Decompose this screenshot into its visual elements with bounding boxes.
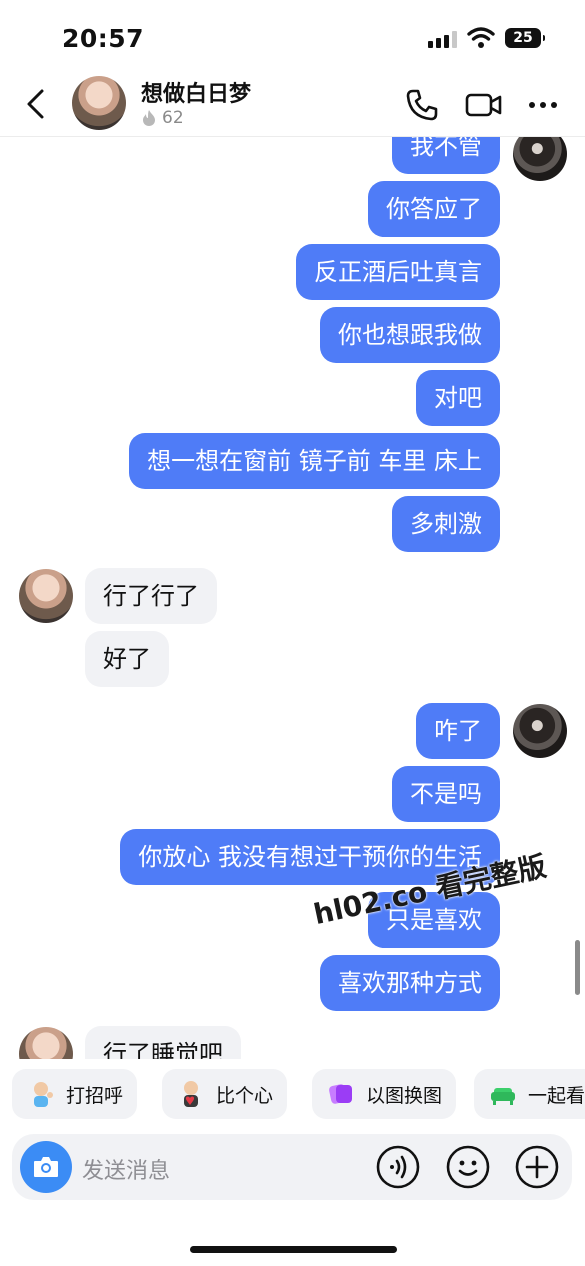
- message-input-bar: 发送消息: [12, 1134, 572, 1200]
- message-bubble-outgoing[interactable]: 你答应了: [368, 181, 500, 237]
- wave-sticker-icon: [34, 1082, 53, 1107]
- camera-icon: [34, 1157, 58, 1177]
- cellular-signal-icon: [428, 30, 458, 48]
- message-bubble-outgoing[interactable]: 我不管: [392, 137, 500, 174]
- message-bubble-incoming[interactable]: 行了睡觉吧: [85, 1026, 241, 1059]
- quick-reply-label: 以图换图: [366, 1084, 443, 1107]
- contact-message-avatar[interactable]: [19, 1027, 73, 1059]
- home-indicator[interactable]: [190, 1246, 397, 1253]
- message-bubble-outgoing[interactable]: 对吧: [416, 370, 500, 426]
- quick-reply-photo-swap[interactable]: 以图换图: [312, 1069, 457, 1119]
- chat-header: 想做白日梦 62: [0, 72, 585, 137]
- flame-icon: [143, 110, 155, 126]
- streak-count: 62: [162, 108, 184, 128]
- message-bubble-outgoing[interactable]: 反正酒后吐真言: [296, 244, 500, 300]
- message-bubble-outgoing[interactable]: 想一想在窗前 镜子前 车里 床上: [129, 433, 500, 489]
- scrollbar[interactable]: [575, 940, 580, 995]
- quick-reply-heart[interactable]: 比个心: [162, 1069, 288, 1119]
- phone-call-icon[interactable]: [405, 88, 439, 122]
- contact-name[interactable]: 想做白日梦: [141, 76, 251, 108]
- quick-reply-label: 打招呼: [66, 1084, 124, 1107]
- battery-icon: 25: [505, 28, 545, 48]
- emoji-icon[interactable]: [446, 1145, 490, 1189]
- my-avatar[interactable]: [513, 137, 567, 181]
- voice-message-icon[interactable]: [376, 1145, 420, 1189]
- wifi-icon: [467, 27, 495, 48]
- sofa-icon: [491, 1088, 515, 1105]
- status-time: 20:57: [62, 24, 145, 53]
- quick-reply-label: 比个心: [216, 1084, 274, 1107]
- heart-sticker-icon: [184, 1081, 198, 1107]
- add-icon[interactable]: [515, 1145, 559, 1189]
- back-button[interactable]: [22, 86, 52, 122]
- quick-reply-bar: 打招呼 比个心 以图换图 一起看: [0, 1069, 585, 1121]
- quick-reply-wave[interactable]: 打招呼: [12, 1069, 138, 1119]
- message-bubble-incoming[interactable]: 行了行了: [85, 568, 217, 624]
- contact-avatar[interactable]: [72, 76, 126, 130]
- photo-swap-icon: [329, 1084, 352, 1104]
- message-bubble-outgoing[interactable]: 你也想跟我做: [320, 307, 500, 363]
- my-avatar[interactable]: [513, 704, 567, 758]
- video-call-icon[interactable]: [465, 88, 503, 122]
- streak-indicator: 62: [141, 108, 184, 128]
- message-bubble-incoming[interactable]: 好了: [85, 631, 169, 687]
- more-options-icon[interactable]: [527, 88, 559, 122]
- message-input[interactable]: 发送消息: [82, 1153, 170, 1185]
- message-bubble-outgoing[interactable]: 喜欢那种方式: [320, 955, 500, 1011]
- message-bubble-outgoing[interactable]: 咋了: [416, 703, 500, 759]
- camera-button[interactable]: [20, 1141, 72, 1193]
- quick-reply-watch-together[interactable]: 一起看: [474, 1069, 585, 1119]
- message-bubble-outgoing[interactable]: 不是吗: [392, 766, 500, 822]
- message-list[interactable]: 我不管 你答应了 反正酒后吐真言 你也想跟我做 对吧 想一想在窗前 镜子前 车里…: [0, 137, 585, 1059]
- message-bubble-outgoing[interactable]: 多刺激: [392, 496, 500, 552]
- contact-message-avatar[interactable]: [19, 569, 73, 623]
- quick-reply-label: 一起看: [528, 1084, 585, 1107]
- status-bar: 20:57 25: [0, 0, 585, 72]
